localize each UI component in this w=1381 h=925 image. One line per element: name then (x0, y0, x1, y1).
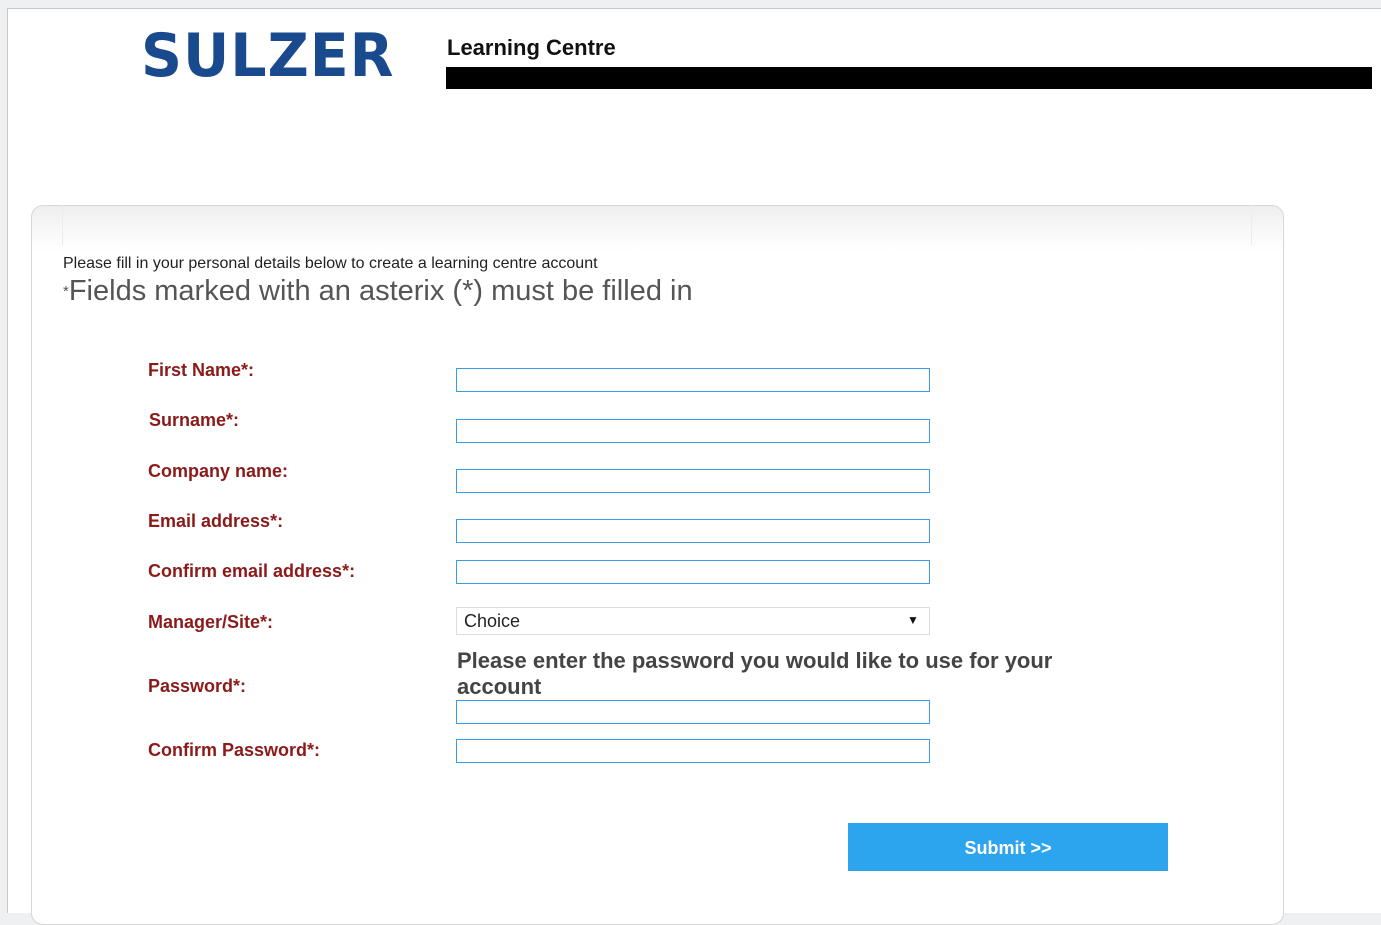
company-name-label: Company name: (148, 461, 289, 481)
header-bar (446, 67, 1372, 89)
confirm-password-field[interactable] (456, 739, 930, 763)
required-note: *Fields marked with an asterix (*) must … (63, 275, 693, 308)
confirm-email-label: Confirm email address*: (148, 561, 356, 581)
company-name-field[interactable] (456, 469, 930, 493)
first-name-field[interactable] (456, 368, 930, 392)
password-hint: Please enter the password you would like… (457, 648, 1053, 699)
confirm-password-label: Confirm Password*: (148, 740, 321, 760)
email-field[interactable] (456, 519, 930, 543)
panel-divider (1251, 205, 1252, 245)
submit-button[interactable]: Submit >> (848, 823, 1168, 871)
manager-site-selected: Choice (464, 611, 521, 631)
first-name-label: First Name*: (148, 360, 255, 380)
required-note-text: Fields marked with an asterix (*) must b… (68, 275, 693, 307)
manager-site-label: Manager/Site*: (148, 612, 274, 632)
surname-field[interactable] (456, 419, 930, 443)
dropdown-arrow-icon: ▼ (907, 613, 919, 627)
password-label: Password*: (148, 676, 247, 696)
sulzer-logo: SULZER (141, 21, 395, 91)
manager-site-select[interactable]: Choice ▼ (456, 607, 930, 635)
site-title: Learning Centre (447, 35, 616, 60)
confirm-email-field[interactable] (456, 560, 930, 584)
form-intro: Please fill in your personal details bel… (63, 255, 598, 272)
panel-divider (62, 205, 63, 245)
email-label: Email address*: (148, 511, 284, 531)
surname-label: Surname*: (149, 410, 240, 430)
password-field[interactable] (456, 700, 930, 724)
